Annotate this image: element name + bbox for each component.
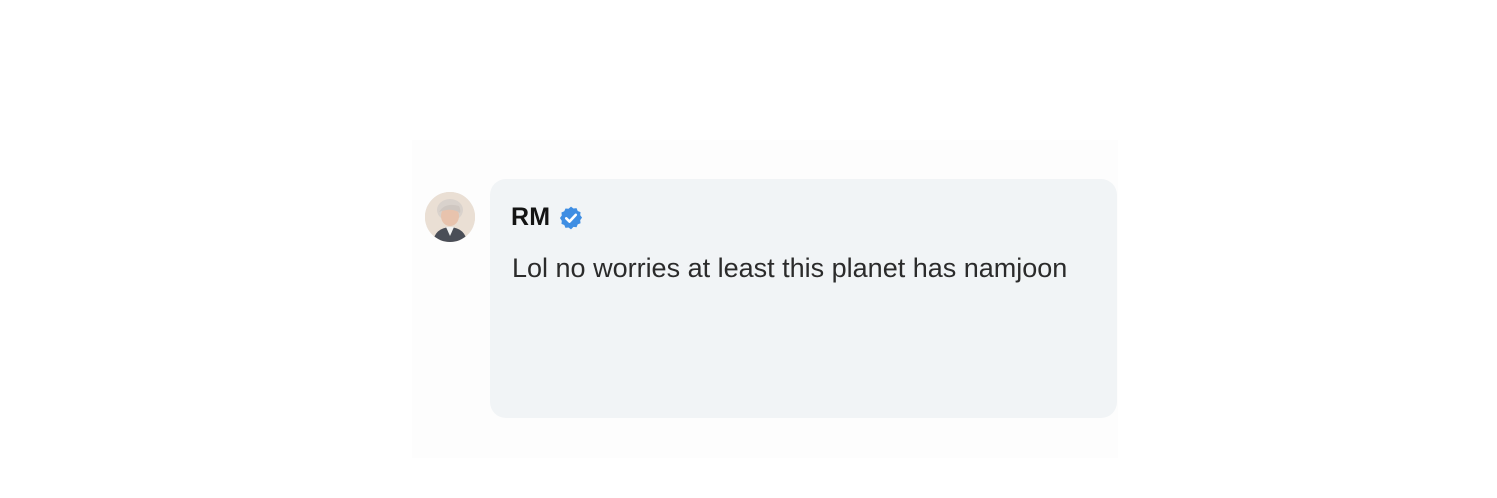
comment-bubble: RM Lol no worries at least this planet h… xyxy=(490,179,1117,418)
verified-badge-icon xyxy=(560,206,583,229)
author-name[interactable]: RM xyxy=(511,203,550,232)
screenshot-canvas: RM Lol no worries at least this planet h… xyxy=(0,0,1497,498)
avatar[interactable] xyxy=(425,192,475,242)
author-row: RM xyxy=(511,203,584,232)
comment-text: Lol no worries at least this planet has … xyxy=(512,253,1068,283)
avatar-photo-icon xyxy=(425,192,475,242)
